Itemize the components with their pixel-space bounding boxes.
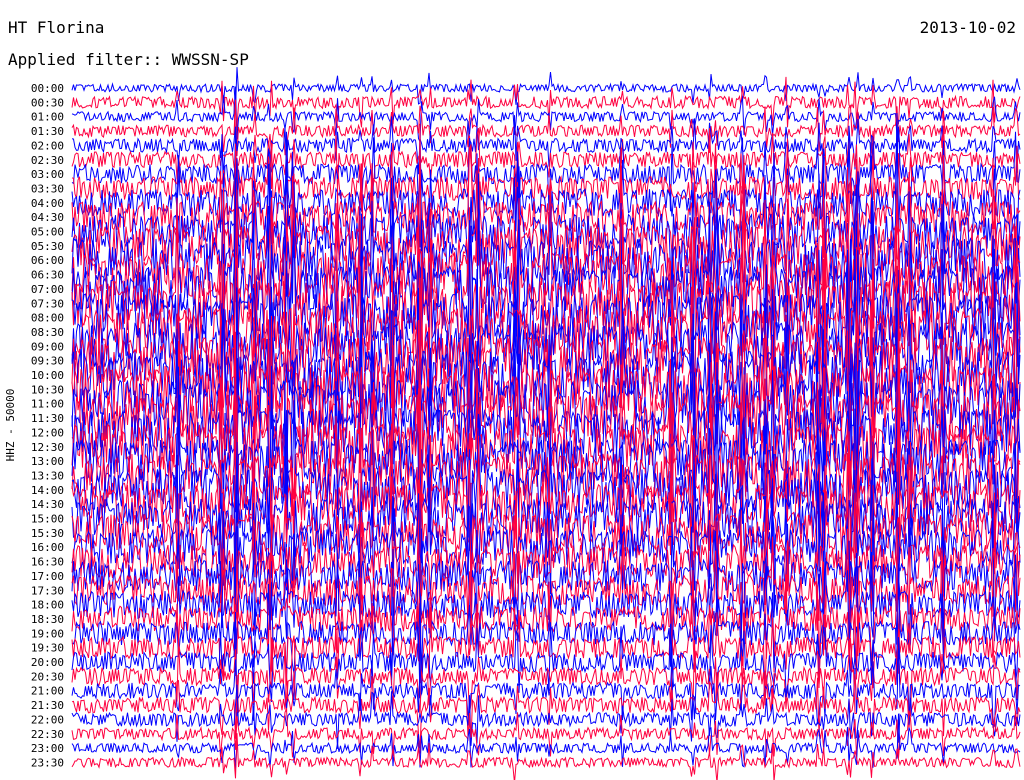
time-tick-label: 11:00: [31, 398, 64, 411]
time-tick-label: 11:30: [31, 412, 64, 425]
time-tick-label: 14:00: [31, 484, 64, 497]
time-tick-label: 16:00: [31, 541, 64, 554]
time-tick-label: 06:00: [31, 254, 64, 267]
time-tick-label: 01:30: [31, 125, 64, 138]
time-tick-label: 15:30: [31, 527, 64, 540]
time-tick-label: 01:00: [31, 111, 64, 124]
trace-layer: [71, 67, 1021, 780]
time-tick-label: 08:00: [31, 312, 64, 325]
time-tick-label: 16:30: [31, 556, 64, 569]
time-tick-label: 03:30: [31, 182, 64, 195]
time-tick-label: 15:00: [31, 513, 64, 526]
time-tick-labels: 00:0000:30 01:0001:3002:00 02:3003:0003:30…: [31, 82, 64, 769]
time-tick-label: 17:30: [31, 584, 64, 597]
trace-row-2330: [71, 733, 1021, 780]
time-tick-label: 22:30: [31, 728, 64, 741]
time-tick-label: 23:30: [31, 756, 64, 769]
time-tick-label: 18:30: [31, 613, 64, 626]
time-tick-label: 07:30: [31, 297, 64, 310]
time-tick-label: 08:30: [31, 326, 64, 339]
time-tick-label: 20:00: [31, 656, 64, 669]
time-tick-label: 00:00: [31, 82, 64, 95]
time-tick-label: 03:00: [31, 168, 64, 181]
time-tick-label: 02:00: [31, 139, 64, 152]
time-tick-label: 12:30: [31, 441, 64, 454]
time-tick-label: 13:00: [31, 455, 64, 468]
time-tick-label: 05:00: [31, 226, 64, 239]
time-tick-label: 17:00: [31, 570, 64, 583]
time-tick-label: 12:00: [31, 426, 64, 439]
time-tick-label: 13:30: [31, 469, 64, 482]
time-tick-label: 21:30: [31, 699, 64, 712]
trace-row-0000: [71, 67, 1021, 108]
time-tick-label: 19:30: [31, 642, 64, 655]
time-tick-label: 09:00: [31, 340, 64, 353]
time-tick-label: 22:00: [31, 713, 64, 726]
trace-row-2030: [71, 635, 1021, 717]
trace-row-0330: [71, 136, 1021, 251]
time-tick-label: 04:00: [31, 197, 64, 210]
time-tick-label: 02:30: [31, 154, 64, 167]
time-tick-label: 09:30: [31, 355, 64, 368]
time-tick-label: 05:30: [31, 240, 64, 253]
time-tick-label: 00:30: [31, 96, 64, 109]
time-tick-label: 06:30: [31, 269, 64, 282]
time-tick-label: 10:00: [31, 369, 64, 382]
time-tick-label: 20:30: [31, 670, 64, 683]
helicorder-chart: 00:0000:30 01:0001:3002:00 02:3003:0003:30…: [4, 67, 1021, 780]
time-tick-label: 23:00: [31, 742, 64, 755]
time-tick-label: 14:30: [31, 498, 64, 511]
time-tick-label: 07:00: [31, 283, 64, 296]
time-tick-label: 21:00: [31, 685, 64, 698]
time-tick-label: 04:30: [31, 211, 64, 224]
time-tick-label: 18:00: [31, 599, 64, 612]
time-tick-label: 10:30: [31, 383, 64, 396]
y-axis-label: HHZ - 50000: [4, 389, 17, 462]
time-tick-label: 19:00: [31, 627, 64, 640]
